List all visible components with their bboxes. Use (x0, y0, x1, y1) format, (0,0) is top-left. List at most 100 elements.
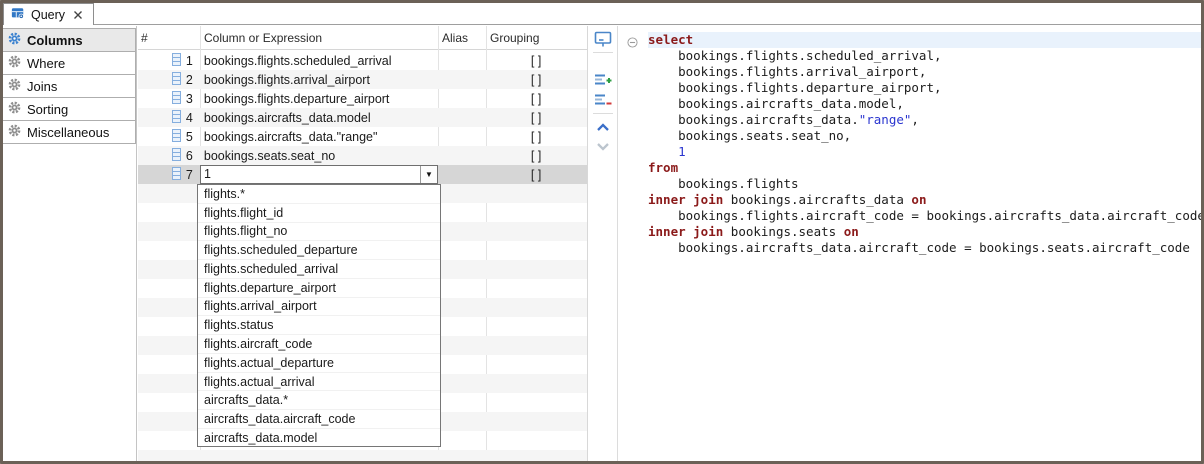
sidebar-item-where[interactable]: Where (3, 51, 136, 75)
toolbar-separator (593, 113, 613, 114)
grouping-cell[interactable]: [ ] (485, 130, 587, 144)
expression-cell[interactable]: bookings.seats.seat_no (200, 149, 437, 163)
sidebar-item-label: Where (27, 56, 65, 71)
table-row[interactable]: 6bookings.seats.seat_no[ ] (138, 146, 587, 165)
sidebar-item-sorting[interactable]: Sorting (3, 97, 136, 121)
column-header-grouping: Grouping (490, 31, 539, 45)
expression-editor[interactable]: 1 ▼ (200, 165, 438, 184)
sql-line: inner join bookings.aircrafts_data on (648, 192, 1201, 208)
sidebar-item-label: Joins (27, 79, 57, 94)
sql-line: bookings.flights.scheduled_arrival, (648, 48, 1201, 64)
sidebar-item-label: Sorting (27, 102, 68, 117)
dropdown-item[interactable]: flights.aircraft_code (198, 335, 440, 354)
sql-line: select (648, 32, 1201, 48)
table-row[interactable]: 3bookings.flights.departure_airport [ ] (138, 89, 587, 108)
sql-editor[interactable]: select bookings.flights.scheduled_arriva… (617, 26, 1201, 461)
row-number-cell: 5 (138, 129, 200, 145)
chevron-down-icon[interactable]: ▼ (420, 166, 437, 183)
grid-header: # Column or Expression Alias Grouping (138, 26, 587, 50)
gear-icon (8, 101, 21, 117)
sql-line: bookings.seats.seat_no, (648, 128, 1201, 144)
dropdown-item[interactable]: flights.arrival_airport (198, 298, 440, 317)
dropdown-item[interactable]: flights.scheduled_departure (198, 241, 440, 260)
dropdown-item[interactable]: aircrafts_data.model (198, 429, 440, 447)
row-number-cell: 3 (138, 91, 200, 107)
grouping-cell[interactable]: [ ] (485, 92, 587, 106)
sidebar-item-miscellaneous[interactable]: Miscellaneous (3, 120, 136, 144)
add-column-icon[interactable] (591, 70, 615, 90)
collapse-icon[interactable] (627, 35, 638, 53)
query-table-icon (11, 6, 25, 23)
column-icon (172, 110, 181, 126)
row-number-cell: 2 (138, 72, 200, 88)
sidebar: Columns Where Joins Sorting Miscellaneous (3, 26, 137, 461)
sql-token: from (648, 160, 678, 175)
sidebar-item-columns[interactable]: Columns (3, 28, 136, 52)
sql-line: bookings.aircrafts_data."range", (648, 112, 1201, 128)
close-icon[interactable] (71, 8, 84, 21)
grouping-cell[interactable]: [ ] (485, 54, 587, 68)
dropdown-item[interactable]: flights.status (198, 316, 440, 335)
column-icon (172, 72, 181, 88)
dropdown-item[interactable]: flights.scheduled_arrival (198, 260, 440, 279)
dropdown-item[interactable]: flights.actual_departure (198, 354, 440, 373)
sql-token: "range" (859, 112, 912, 127)
dropdown-item[interactable]: aircrafts_data.aircraft_code (198, 410, 440, 429)
column-icon (172, 53, 181, 69)
column-header-expression: Column or Expression (204, 31, 322, 45)
column-header-alias: Alias (442, 31, 468, 45)
table-row[interactable]: 2bookings.flights.arrival_airport [ ] (138, 70, 587, 89)
expression-cell[interactable]: bookings.flights.arrival_airport (200, 73, 437, 87)
sql-token: 1 (648, 144, 686, 159)
grid-toolbar (589, 26, 617, 461)
sql-token: bookings.seats.seat_no, (648, 128, 851, 143)
sql-line: inner join bookings.seats on (648, 224, 1201, 240)
empty-row (138, 450, 587, 461)
move-down-icon[interactable] (591, 137, 615, 157)
dropdown-item[interactable]: flights.actual_arrival (198, 373, 440, 392)
table-row[interactable]: 1bookings.flights.scheduled_arrival[ ] (138, 51, 587, 70)
grouping-cell[interactable]: [ ] (485, 168, 587, 182)
expression-cell[interactable]: bookings.flights.departure_airport (200, 92, 437, 106)
column-icon (172, 167, 181, 183)
dropdown-item[interactable]: flights.flight_id (198, 204, 440, 223)
columns-grid: # Column or Expression Alias Grouping 1 b… (138, 26, 588, 461)
dropdown-item[interactable]: flights.flight_no (198, 223, 440, 242)
expression-cell[interactable]: bookings.aircrafts_data."range" (200, 130, 437, 144)
sql-token: , (911, 112, 919, 127)
fold-gutter (618, 26, 648, 461)
expression-value[interactable]: 1 (201, 166, 420, 183)
expression-cell[interactable]: bookings.flights.scheduled_arrival (200, 54, 437, 68)
sql-line: 1 (648, 144, 1201, 160)
sql-token: bookings.flights.arrival_airport, (648, 64, 926, 79)
column-icon (172, 91, 181, 107)
dropdown-item[interactable]: aircrafts_data.* (198, 391, 440, 410)
sql-token: bookings.aircrafts_data.aircraft_code = … (648, 240, 1190, 255)
column-icon (172, 129, 181, 145)
dropdown-item[interactable]: flights.* (198, 185, 440, 204)
dropdown-item[interactable]: flights.departure_airport (198, 279, 440, 298)
tab-query[interactable]: Query (3, 3, 94, 25)
tab-label: Query (31, 8, 65, 22)
grouping-cell[interactable]: [ ] (485, 149, 587, 163)
table-row[interactable]: 7 1 ▼ [ ] (138, 165, 587, 184)
table-row[interactable]: 5bookings.aircrafts_data."range" [ ] (138, 127, 587, 146)
sql-line: bookings.flights.arrival_airport, (648, 64, 1201, 80)
move-up-icon[interactable] (591, 117, 615, 137)
gear-icon (8, 32, 21, 48)
sql-line: bookings.flights (648, 176, 1201, 192)
preview-panel-icon[interactable] (591, 29, 615, 49)
grouping-cell[interactable]: [ ] (485, 73, 587, 87)
expression-cell[interactable]: bookings.aircrafts_data.model (200, 111, 437, 125)
gear-icon (8, 78, 21, 94)
remove-column-icon[interactable] (591, 90, 615, 110)
sql-token: bookings.aircrafts_data (723, 192, 911, 207)
sql-token: bookings.flights.scheduled_arrival, (648, 48, 942, 63)
sidebar-item-joins[interactable]: Joins (3, 74, 136, 98)
sql-token: select (648, 32, 693, 47)
table-row[interactable]: 4bookings.aircrafts_data.model[ ] (138, 108, 587, 127)
sql-token: bookings.flights.departure_airport, (648, 80, 942, 95)
sql-token: bookings.aircrafts_data.model, (648, 96, 904, 111)
sql-token: bookings.aircrafts_data. (648, 112, 859, 127)
grouping-cell[interactable]: [ ] (485, 111, 587, 125)
